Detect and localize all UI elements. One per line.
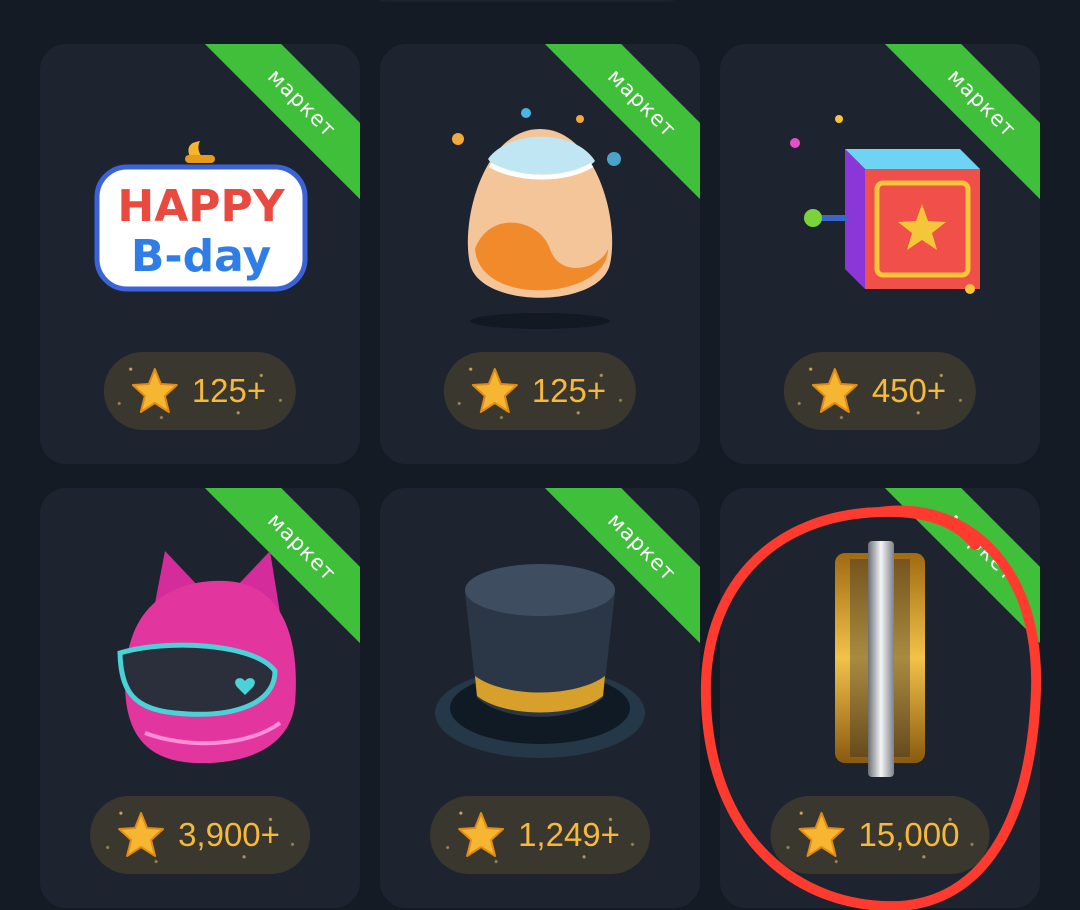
price-amount: 125+ [531,372,607,409]
price-pill: 15,000 [770,796,990,874]
star-icon [458,812,505,857]
top-hat-icon [380,528,700,798]
star-icon [118,812,165,857]
happy-bday-sticker-icon: HAPPY B-day [40,84,360,354]
price-pill: 1,249+ [430,796,650,874]
gift-card-happy-bday[interactable]: маркет HAPPY B-day 125+ [40,44,360,464]
price-pill: 125+ [103,352,297,430]
gift-card-ring[interactable]: маркет 15,000 [720,488,1040,908]
price-amount: 3,900+ [178,816,280,853]
star-icon [131,368,178,413]
star-icon [798,812,845,857]
cat-helmet-icon [40,528,360,798]
price-pill: 3,900+ [90,796,310,874]
top-panel-edge [372,0,682,2]
ring-icon [720,528,1040,798]
gift-card-box[interactable]: маркет 450+ [720,44,1040,464]
price-pill: 125+ [443,352,637,430]
gift-card-helmet[interactable]: маркет 3,900+ [40,488,360,908]
gift-box-icon [720,84,1040,354]
svg-text:HAPPY: HAPPY [117,181,285,232]
gift-card-egg[interactable]: маркет 125+ [380,44,700,464]
star-icon [471,368,518,413]
surprise-egg-icon [380,84,700,354]
price-amount: 450+ [871,372,947,409]
price-amount: 125+ [191,372,267,409]
price-amount: 1,249+ [518,816,620,853]
price-pill: 450+ [783,352,977,430]
gift-card-hat[interactable]: маркет 1,249+ [380,488,700,908]
svg-text:B-day: B-day [131,231,271,282]
price-amount: 15,000 [858,816,960,853]
star-icon [811,368,858,413]
